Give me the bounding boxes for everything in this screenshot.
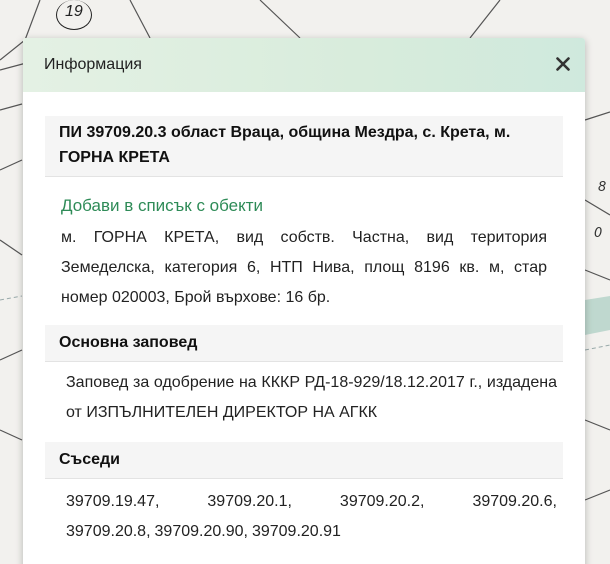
- neighbor-item[interactable]: 39709.20.8,: [66, 517, 151, 547]
- neighbors-header: Съседи: [45, 442, 563, 479]
- neighbor-item[interactable]: 39709.20.2,: [340, 487, 425, 517]
- parcel-description: м. ГОРНА КРЕТА, вид собств. Частна, вид …: [61, 229, 547, 306]
- neighbor-item[interactable]: 39709.20.1,: [207, 487, 292, 517]
- neighbor-item[interactable]: 39709.19.47,: [66, 487, 159, 517]
- dialog-title: Информация: [44, 56, 142, 73]
- neighbors-header-label: Съседи: [59, 451, 121, 468]
- main-order-header: Основна заповед: [45, 325, 563, 362]
- dialog-content: ПИ 39709.20.3 област Враца, община Мездр…: [23, 92, 585, 547]
- neighbor-item[interactable]: 39709.20.91: [252, 517, 341, 547]
- neighbor-item[interactable]: 39709.20.90,: [155, 517, 248, 547]
- map-parcel-label-8: 8: [598, 180, 607, 195]
- info-dialog: Информация ПИ 39709.20.3 област Враца, о…: [23, 38, 585, 564]
- close-icon: [556, 57, 570, 71]
- map-parcel-number-19: 19: [56, 0, 92, 30]
- neighbors-row: 39709.20.8, 39709.20.90, 39709.20.91: [66, 517, 341, 547]
- main-order-header-label: Основна заповед: [59, 334, 198, 351]
- neighbors-list: 39709.19.47, 39709.20.1, 39709.20.2, 397…: [45, 479, 563, 547]
- add-to-list-link[interactable]: Добави в списък с обекти: [61, 195, 547, 217]
- neighbor-item[interactable]: 39709.20.6,: [472, 487, 557, 517]
- main-order-text: Заповед за одобрение на КККР РД-18-929/1…: [66, 374, 557, 421]
- dialog-header: Информация: [23, 38, 585, 92]
- map-parcel-label-0: 0: [594, 226, 603, 241]
- close-button[interactable]: [551, 52, 575, 76]
- parcel-title: ПИ 39709.20.3 област Враца, община Мездр…: [45, 116, 563, 177]
